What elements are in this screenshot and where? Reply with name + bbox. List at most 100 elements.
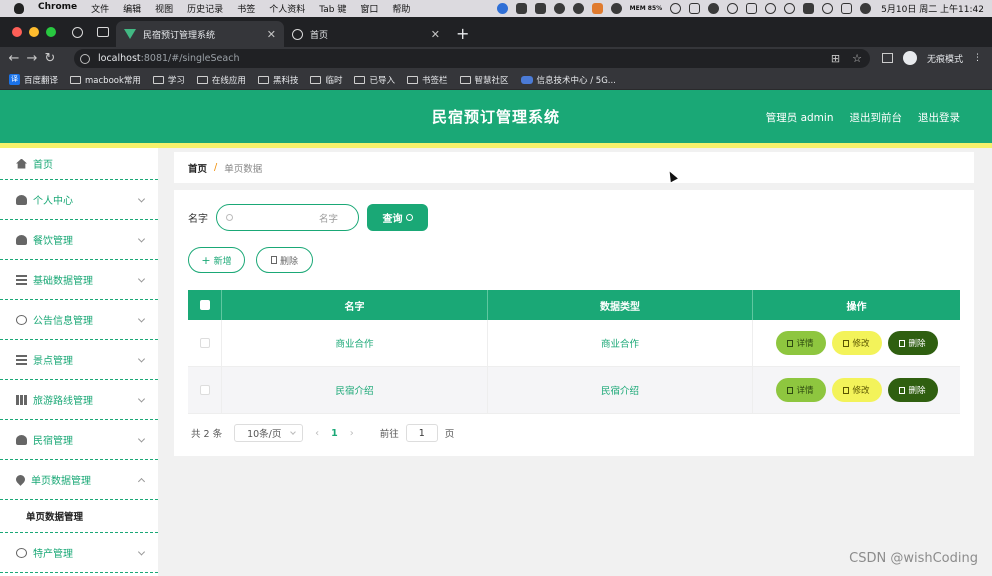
- page-size-select[interactable]: 10条/页: [234, 424, 304, 442]
- incognito-label[interactable]: 无痕模式: [927, 52, 963, 65]
- control-icon[interactable]: [803, 3, 815, 14]
- name-search-input[interactable]: 名字: [216, 204, 359, 231]
- apple-icon[interactable]: [14, 3, 24, 14]
- logout-link[interactable]: 退出登录: [918, 110, 960, 125]
- delete-button[interactable]: 删除: [887, 331, 938, 355]
- sidebar-item-announcements[interactable]: 公告信息管理: [0, 300, 158, 340]
- breadcrumb-home[interactable]: 首页: [188, 161, 207, 175]
- minimize-window-icon[interactable]: [29, 27, 39, 37]
- edit-button[interactable]: 修改: [831, 378, 882, 402]
- edit-button[interactable]: 修改: [831, 331, 882, 355]
- bookmark-item[interactable]: 学习: [152, 74, 185, 86]
- query-button[interactable]: 查询: [367, 204, 428, 231]
- microphone-icon[interactable]: [496, 3, 508, 14]
- detail-button[interactable]: 详情: [775, 378, 826, 402]
- bookmark-item[interactable]: 信息技术中心 / 5G...: [520, 74, 616, 86]
- sidebar-item-catering[interactable]: 餐饮管理: [0, 220, 158, 260]
- menu-chrome[interactable]: Chrome: [38, 2, 77, 15]
- back-button[interactable]: ←: [5, 51, 23, 66]
- qr-code-icon[interactable]: ⊞: [831, 52, 840, 65]
- prev-page-button[interactable]: ‹: [315, 428, 319, 439]
- tab-inactive[interactable]: 首页 ✕: [284, 21, 448, 47]
- sidebar-item-single-page[interactable]: 单页数据管理: [0, 460, 158, 500]
- sidebar-item-travel-routes[interactable]: 旅游路线管理: [0, 380, 158, 420]
- music-icon[interactable]: [610, 3, 622, 14]
- app-icon[interactable]: [515, 3, 527, 14]
- back-to-frontend-link[interactable]: 退出到前台: [850, 110, 903, 125]
- pinwheel-icon[interactable]: [708, 3, 720, 14]
- pinned-tab-globe-icon[interactable]: [72, 27, 83, 38]
- menu-window[interactable]: 窗口: [360, 2, 378, 15]
- reload-button[interactable]: ↻: [41, 51, 59, 66]
- pinned-tab-page-icon[interactable]: [97, 27, 109, 37]
- bookmark-item[interactable]: 临时: [310, 74, 342, 86]
- siri-icon[interactable]: [860, 3, 872, 14]
- menu-profile[interactable]: 个人资料: [269, 2, 305, 15]
- batch-delete-button[interactable]: 删除: [256, 247, 313, 273]
- bookmark-item[interactable]: 书签栏: [406, 74, 448, 86]
- menu-edit[interactable]: 编辑: [123, 2, 141, 15]
- tab-active[interactable]: 民宿预订管理系统 ✕: [116, 21, 284, 47]
- bookmark-item[interactable]: macbook常用: [70, 74, 141, 86]
- menu-bookmarks[interactable]: 书签: [237, 2, 255, 15]
- table-header: 名字 数据类型 操作: [188, 290, 960, 320]
- admin-user-link[interactable]: 管理员 admin: [766, 110, 834, 125]
- new-tab-button[interactable]: +: [456, 24, 469, 43]
- forward-button[interactable]: →: [23, 51, 41, 66]
- page-number-current[interactable]: 1: [331, 428, 338, 439]
- select-all-checkbox[interactable]: [199, 300, 210, 310]
- incognito-icon[interactable]: [902, 51, 917, 65]
- bookmark-item[interactable]: 在线应用: [196, 74, 246, 86]
- battery-icon[interactable]: [746, 3, 758, 14]
- sidebar-item-label: 单页数据管理: [31, 476, 91, 487]
- play-icon[interactable]: [784, 3, 796, 14]
- search-label: 名字: [188, 214, 208, 225]
- power-icon[interactable]: [670, 3, 682, 14]
- detail-button[interactable]: 详情: [775, 331, 826, 355]
- sidebar-item-specialties[interactable]: 特产管理: [0, 533, 158, 573]
- bookmark-item[interactable]: 智慧社区: [459, 74, 509, 86]
- sidebar-item-scenic-spots[interactable]: 景点管理: [0, 340, 158, 380]
- sidebar-item-basic-data[interactable]: 基础数据管理: [0, 260, 158, 300]
- maximize-window-icon[interactable]: [46, 27, 56, 37]
- site-info-icon[interactable]: [80, 53, 90, 64]
- close-window-icon[interactable]: [12, 27, 22, 37]
- notification-icon[interactable]: [553, 3, 565, 14]
- sidebar-item-home[interactable]: 首页: [0, 148, 158, 180]
- menu-tab[interactable]: Tab 键: [319, 2, 346, 15]
- vscode-icon[interactable]: [534, 3, 546, 14]
- minus-icon[interactable]: [572, 3, 584, 14]
- more-menu-icon[interactable]: ⋮: [973, 53, 982, 63]
- address-bar[interactable]: localhost :8081/#/singleSeach ⊞ ☆: [74, 49, 870, 68]
- menu-view[interactable]: 视图: [155, 2, 173, 15]
- delete-button[interactable]: 删除: [887, 378, 938, 402]
- bookmark-star-icon[interactable]: ☆: [852, 52, 862, 65]
- side-panel-icon[interactable]: [881, 53, 893, 63]
- bookmark-item[interactable]: 已导入: [354, 74, 395, 86]
- wifi-icon[interactable]: [765, 3, 777, 14]
- bookmark-item[interactable]: 黑科技: [257, 74, 298, 86]
- next-page-button[interactable]: ›: [350, 428, 354, 439]
- control-center-icon[interactable]: [841, 3, 853, 14]
- goto-page-input[interactable]: 1: [405, 424, 438, 442]
- row-checkbox[interactable]: [199, 338, 210, 348]
- add-button[interactable]: + 新增: [188, 247, 245, 273]
- bookmark-item[interactable]: 译百度翻译: [9, 74, 58, 86]
- sidebar-subitem-single-page-data[interactable]: 单页数据管理: [0, 500, 158, 533]
- bluetooth-icon[interactable]: [727, 3, 739, 14]
- close-tab-icon[interactable]: ✕: [431, 28, 440, 41]
- menu-file[interactable]: 文件: [91, 2, 109, 15]
- clock[interactable]: 5月10日 周二 上午11:42: [881, 2, 984, 15]
- menu-history[interactable]: 历史记录: [187, 2, 223, 15]
- app-icon-orange[interactable]: [591, 3, 603, 14]
- row-checkbox[interactable]: [199, 385, 210, 395]
- sidebar-item-homestay[interactable]: 民宿管理: [0, 420, 158, 460]
- window-icon[interactable]: [689, 3, 701, 14]
- close-tab-icon[interactable]: ✕: [267, 28, 276, 41]
- chevron-up-icon: [137, 477, 146, 485]
- bar-chart-icon: [16, 394, 27, 405]
- menu-help[interactable]: 帮助: [392, 2, 410, 15]
- search-icon[interactable]: [822, 3, 834, 14]
- sidebar-item-personal-center[interactable]: 个人中心: [0, 180, 158, 220]
- memory-indicator[interactable]: MEM 85%: [630, 5, 663, 12]
